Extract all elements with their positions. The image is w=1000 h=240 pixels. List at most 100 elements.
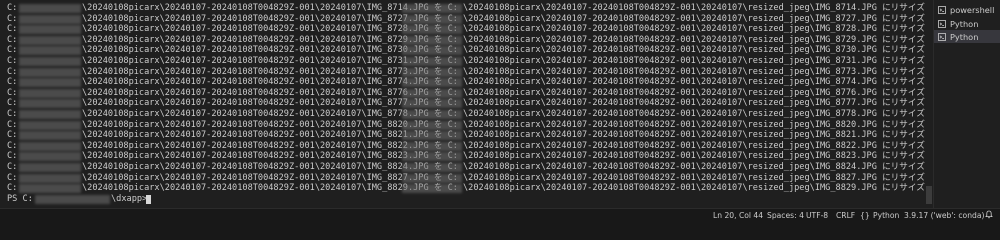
redacted-path: [19, 4, 81, 13]
terminal-line: C: \20240108picarx\20240107-20240108T004…: [7, 87, 925, 99]
redacted-path: [402, 109, 462, 119]
line-dest-path: \20240108picarx\20240107-20240108T004829…: [463, 119, 925, 130]
terminal-line: C: \20240108picarx\20240107-20240108T004…: [7, 98, 925, 109]
redacted-path: [19, 109, 81, 119]
redacted-path: [19, 14, 81, 24]
line-dest-path: \20240108picarx\20240107-20240108T004829…: [463, 13, 925, 24]
line-drive: C:: [7, 77, 18, 88]
line-drive: C:: [7, 172, 18, 183]
line-dest-path: \20240108picarx\20240107-20240108T004829…: [463, 45, 925, 56]
terminal-line: C: \20240108picarx\20240107-20240108T004…: [7, 183, 925, 194]
line-drive: C:: [7, 66, 18, 77]
line-dest-path: \20240108picarx\20240107-20240108T004829…: [463, 77, 925, 88]
redacted-path: [402, 35, 462, 45]
redacted-path: [19, 99, 81, 109]
line-dest-path: \20240108picarx\20240107-20240108T004829…: [463, 130, 925, 141]
terminal-line: C: \20240108picarx\20240107-20240108T004…: [7, 24, 925, 35]
redacted-path: [19, 162, 81, 172]
scrollbar-thumb[interactable]: [926, 186, 932, 204]
line-drive: C:: [7, 161, 18, 172]
terminal-line: C: \20240108picarx\20240107-20240108T004…: [7, 172, 925, 184]
redacted-path: [35, 194, 110, 204]
redacted-path: [402, 131, 462, 141]
line-dest-path: \20240108picarx\20240107-20240108T004829…: [463, 3, 925, 13]
prompt-directory: \dxapp>: [111, 193, 148, 204]
status-cursor-position[interactable]: Ln 20, Col 44: [713, 210, 763, 221]
redacted-path: [19, 152, 81, 162]
status-language[interactable]: Python: [873, 210, 899, 221]
terminal-line: C: \20240108picarx\20240107-20240108T004…: [7, 161, 925, 173]
line-dest-path: \20240108picarx\20240107-20240108T004829…: [463, 108, 925, 119]
redacted-path: [19, 78, 81, 88]
redacted-path: [402, 141, 462, 151]
redacted-path: [19, 56, 81, 66]
redacted-path: [19, 184, 81, 194]
powershell-icon: [938, 5, 946, 14]
redacted-path: [402, 88, 462, 98]
terminal-line: C: \20240108picarx\20240107-20240108T004…: [7, 130, 925, 141]
line-dest-path: \20240108picarx\20240107-20240108T004829…: [463, 66, 925, 77]
status-encoding[interactable]: UTF-8: [806, 210, 828, 221]
redacted-path: [402, 25, 462, 35]
redacted-path: [19, 173, 81, 183]
line-drive: C:: [7, 130, 18, 141]
status-bar: Ln 20, Col 44 Spaces: 4 UTF-8 CRLF {} Py…: [0, 208, 1000, 221]
terminal-tab-label: powershell: [950, 4, 995, 15]
python-terminal-icon: [938, 19, 946, 28]
line-drive: C:: [7, 119, 18, 130]
redacted-path: [19, 35, 81, 45]
terminal-prompt[interactable]: PS C: \dxapp>: [7, 193, 151, 205]
status-python-interpreter[interactable]: 3.9.17 ('web': conda): [904, 210, 984, 221]
redacted-path: [402, 162, 462, 172]
terminal-tab-python[interactable]: Python: [934, 17, 1000, 30]
terminal-line: C: \20240108picarx\20240107-20240108T004…: [7, 13, 925, 25]
redacted-path: [402, 152, 462, 162]
terminal-line: C: \20240108picarx\20240107-20240108T004…: [7, 140, 925, 152]
line-drive: C:: [7, 87, 18, 98]
terminal-line: C: \20240108picarx\20240107-20240108T004…: [7, 77, 925, 88]
redacted-path: [402, 99, 462, 109]
terminal-output[interactable]: C: \20240108picarx\20240107-20240108T004…: [0, 0, 925, 208]
redacted-path: [19, 131, 81, 141]
line-drive: C:: [7, 55, 18, 66]
line-dest-path: \20240108picarx\20240107-20240108T004829…: [463, 161, 925, 172]
line-dest-path: \20240108picarx\20240107-20240108T004829…: [463, 172, 925, 183]
terminal-line: C: \20240108picarx\20240107-20240108T004…: [7, 55, 925, 67]
line-drive: C:: [7, 98, 18, 109]
redacted-path: [402, 120, 462, 130]
terminal-line: C: \20240108picarx\20240107-20240108T004…: [7, 151, 925, 162]
line-drive: C:: [7, 3, 18, 13]
line-drive: C:: [7, 151, 18, 162]
vscode-terminal-panel: C: \20240108picarx\20240107-20240108T004…: [0, 0, 1000, 221]
terminal-line: C: \20240108picarx\20240107-20240108T004…: [7, 119, 925, 131]
redacted-path: [19, 88, 81, 98]
redacted-path: [19, 120, 81, 130]
terminal-line: C: \20240108picarx\20240107-20240108T004…: [7, 66, 925, 78]
line-drive: C:: [7, 140, 18, 151]
line-dest-path: \20240108picarx\20240107-20240108T004829…: [463, 24, 925, 35]
python-terminal-icon: [938, 32, 946, 41]
line-dest-path: \20240108picarx\20240107-20240108T004829…: [463, 140, 925, 151]
terminal-line: C: \20240108picarx\20240107-20240108T004…: [7, 109, 925, 120]
line-dest-path: \20240108picarx\20240107-20240108T004829…: [463, 55, 925, 66]
line-drive: C:: [7, 183, 18, 194]
redacted-path: [402, 173, 462, 183]
line-drive: C:: [7, 34, 18, 45]
terminal-line: C: \20240108picarx\20240107-20240108T004…: [7, 34, 925, 46]
status-indentation[interactable]: Spaces: 4: [767, 210, 804, 221]
status-eol[interactable]: CRLF: [836, 210, 855, 221]
prompt-prefix: PS C:: [7, 193, 33, 204]
language-mode-icon: {}: [860, 211, 870, 220]
terminal-tab-label: Python: [950, 18, 979, 29]
terminal-tab-powershell[interactable]: powershell: [934, 3, 1000, 16]
line-drive: C:: [7, 24, 18, 35]
terminal-scrollbar[interactable]: [925, 0, 933, 208]
line-dest-path: \20240108picarx\20240107-20240108T004829…: [463, 151, 925, 162]
line-drive: C:: [7, 13, 18, 24]
terminal-cursor: [146, 194, 151, 204]
terminal-tab-python-active[interactable]: Python: [934, 30, 1000, 43]
terminal-tab-label: Python: [950, 31, 979, 42]
line-dest-path: \20240108picarx\20240107-20240108T004829…: [463, 98, 925, 109]
bell-icon[interactable]: [985, 210, 993, 221]
line-dest-path: \20240108picarx\20240107-20240108T004829…: [463, 183, 925, 194]
